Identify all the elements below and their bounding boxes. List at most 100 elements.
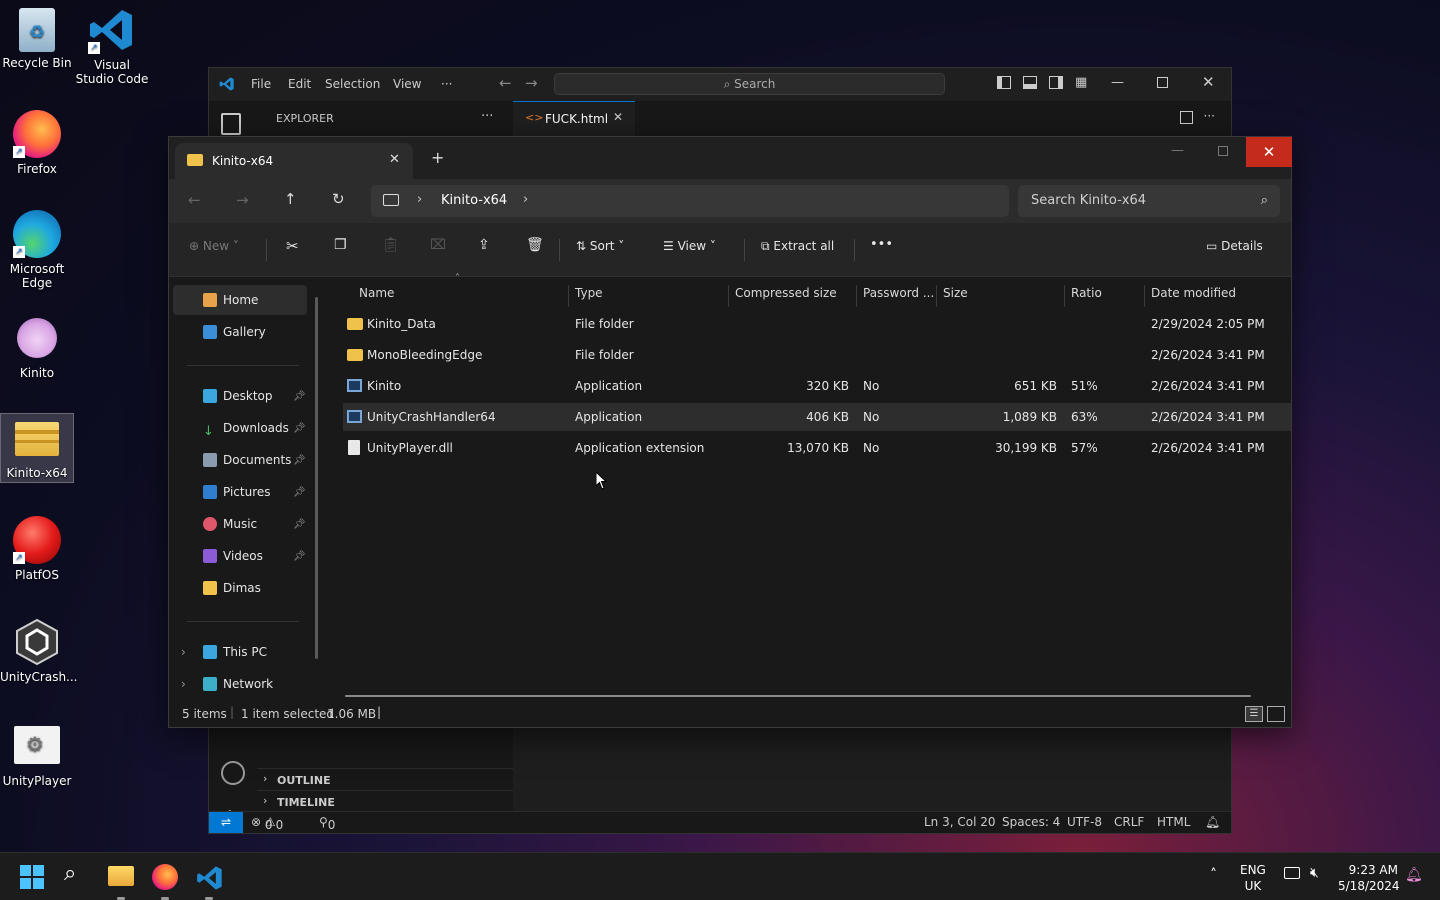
share-icon[interactable]: ⇪: [478, 237, 490, 253]
desktop-icon-unitycrash[interactable]: UnityCrash...: [0, 618, 78, 684]
more-options-button[interactable]: •••: [870, 237, 893, 252]
vscode-taskbar-icon[interactable]: [196, 864, 224, 892]
remote-indicator-icon[interactable]: ⇌: [209, 812, 243, 833]
expand-chevron-icon[interactable]: ›: [181, 645, 186, 659]
extract-all-button[interactable]: ⧉ Extract all: [761, 239, 834, 254]
view-button[interactable]: ☰ View ˅: [663, 239, 716, 253]
maximize-icon[interactable]: [1157, 77, 1168, 88]
chevron-right-icon[interactable]: ›: [523, 192, 528, 207]
line-ending[interactable]: CRLF: [1114, 815, 1144, 829]
nav-item-documents[interactable]: Documents: [203, 453, 291, 467]
tab-fuck-html[interactable]: <> FUCK.html ✕: [513, 101, 635, 136]
toggle-panel-icon[interactable]: [1023, 76, 1037, 89]
table-row[interactable]: Kinito_Data File folder 2/29/2024 2:05 P…: [343, 310, 1291, 338]
nav-item-gallery[interactable]: Gallery: [203, 325, 266, 339]
sort-button[interactable]: ⇅ Sort ˅: [576, 239, 624, 253]
rename-icon[interactable]: ⌧: [430, 237, 446, 253]
nav-item-dimas[interactable]: Dimas: [203, 581, 261, 595]
language-mode[interactable]: HTML: [1157, 815, 1190, 829]
file-explorer-window[interactable]: Kinito-x64 ✕ + — ✕ ← → ↑ ↻ › Kinito-x64 …: [168, 136, 1292, 728]
menu-edit[interactable]: Edit: [288, 77, 311, 91]
up-arrow-icon[interactable]: ↑: [284, 190, 297, 208]
address-bar[interactable]: › Kinito-x64 ›: [371, 185, 1009, 217]
nav-item-videos[interactable]: Videos: [203, 549, 263, 563]
menu-more[interactable]: ···: [441, 77, 452, 91]
outline-section[interactable]: › OUTLINE: [257, 768, 513, 790]
desktop-icon-kinito[interactable]: Kinito: [0, 318, 74, 380]
search-input[interactable]: Search Kinito-x64 ⌕: [1018, 185, 1280, 217]
column-header-size[interactable]: Size: [937, 285, 1065, 307]
table-row[interactable]: MonoBleedingEdge File folder 2/26/2024 3…: [343, 341, 1291, 369]
pin-icon[interactable]: 📌︎: [293, 455, 306, 466]
nav-item-music[interactable]: Music: [203, 517, 257, 531]
notifications-bell-icon[interactable]: 🔔︎: [1205, 815, 1220, 829]
nav-item-desktop[interactable]: Desktop: [203, 389, 273, 403]
indentation[interactable]: Spaces: 4: [1002, 815, 1060, 829]
editor-more-icon[interactable]: ···: [1204, 109, 1215, 123]
nav-item-this-pc[interactable]: This PC: [203, 645, 267, 659]
close-button[interactable]: ✕: [1246, 137, 1292, 167]
nav-item-pictures[interactable]: Pictures: [203, 485, 271, 499]
desktop-icon-firefox[interactable]: ↗ Firefox: [0, 110, 74, 176]
menu-file[interactable]: File: [251, 77, 271, 91]
tab-close-icon[interactable]: ✕: [389, 152, 400, 167]
toggle-sidebar-icon[interactable]: [997, 76, 1011, 89]
nav-scrollbar[interactable]: [315, 297, 318, 659]
details-pane-button[interactable]: ▭ Details: [1206, 239, 1263, 253]
menu-view[interactable]: View: [393, 77, 421, 91]
account-icon[interactable]: [221, 761, 245, 785]
column-header-name[interactable]: Name: [353, 285, 569, 307]
table-row[interactable]: Kinito Application 320 KB No 651 KB 51% …: [343, 372, 1291, 400]
forward-arrow-icon[interactable]: →: [236, 191, 249, 209]
toggle-secondary-sidebar-icon[interactable]: [1049, 76, 1063, 89]
desktop-icon-recycle-bin[interactable]: ♻ Recycle Bin: [0, 8, 74, 70]
clock[interactable]: 9:23 AM 5/18/2024: [1338, 862, 1400, 894]
pin-icon[interactable]: 📌︎: [293, 551, 306, 562]
nav-item-downloads[interactable]: ↓ Downloads: [203, 421, 289, 439]
errors-indicator[interactable]: ⊗ 0 ⚠ 0: [251, 815, 283, 832]
table-row[interactable]: UnityCrashHandler64 Application 406 KB N…: [343, 403, 1291, 431]
delete-trash-icon[interactable]: 🗑︎: [526, 237, 544, 253]
windows-start-icon[interactable]: [20, 865, 44, 889]
desktop-icon-platfos[interactable]: ↗ PlatfOS: [0, 516, 74, 582]
ports-indicator[interactable]: ⚲ 0: [319, 815, 335, 832]
volume-muted-icon[interactable]: 🔇︎: [1310, 865, 1319, 881]
column-header-ratio[interactable]: Ratio: [1065, 285, 1145, 307]
explorer-more-icon[interactable]: ···: [481, 109, 493, 124]
back-arrow-icon[interactable]: ←: [188, 191, 201, 209]
split-editor-icon[interactable]: [1180, 111, 1193, 124]
pin-icon[interactable]: 📌︎: [293, 519, 306, 530]
paste-icon[interactable]: 📋︎: [382, 237, 400, 253]
tab-kinito-x64[interactable]: Kinito-x64 ✕: [175, 143, 413, 179]
table-row[interactable]: UnityPlayer.dll Application extension 13…: [343, 434, 1291, 462]
back-arrow-icon[interactable]: ←: [499, 74, 512, 92]
details-view-icon[interactable]: ☰: [1245, 706, 1263, 722]
horizontal-scrollbar[interactable]: [345, 695, 1251, 697]
search-icon[interactable]: ⌕: [64, 861, 92, 889]
maximize-icon[interactable]: [1218, 146, 1228, 156]
minimize-icon[interactable]: —: [1171, 143, 1184, 158]
customize-layout-icon[interactable]: ▦: [1075, 75, 1087, 90]
desktop-icon-kinito-x64[interactable]: Kinito-x64: [0, 413, 74, 483]
breadcrumb-kinito-x64[interactable]: Kinito-x64: [441, 193, 507, 208]
cut-icon[interactable]: ✂: [286, 237, 299, 255]
nav-item-network[interactable]: Network: [203, 677, 273, 691]
cursor-position[interactable]: Ln 3, Col 20: [924, 815, 996, 829]
desktop-icon-vscode[interactable]: ↗ Visual Studio Code: [75, 6, 149, 86]
copy-icon[interactable]: ❐: [334, 237, 347, 253]
desktop-icon-edge[interactable]: ↗ Microsoft Edge: [0, 210, 74, 290]
column-header-password[interactable]: Password ...: [857, 285, 937, 307]
language-indicator[interactable]: ENG UK: [1240, 862, 1266, 894]
pin-icon[interactable]: 📌︎: [293, 423, 306, 434]
close-icon[interactable]: ✕: [1202, 73, 1215, 91]
encoding[interactable]: UTF-8: [1067, 815, 1102, 829]
nav-item-home[interactable]: Home: [203, 293, 258, 307]
show-hidden-icons-chevron-icon[interactable]: ˄: [1210, 867, 1217, 883]
desktop-icon-unityplayer[interactable]: ⚙ UnityPlayer: [0, 726, 74, 788]
column-header-compressed-size[interactable]: Compressed size: [729, 285, 857, 307]
menu-selection[interactable]: Selection: [325, 77, 380, 91]
tab-close-icon[interactable]: ✕: [613, 110, 623, 124]
expand-chevron-icon[interactable]: ›: [181, 677, 186, 691]
notification-bell-icon[interactable]: 🔔︎: [1405, 867, 1423, 883]
new-button[interactable]: ⊕ New ˅: [189, 239, 239, 253]
